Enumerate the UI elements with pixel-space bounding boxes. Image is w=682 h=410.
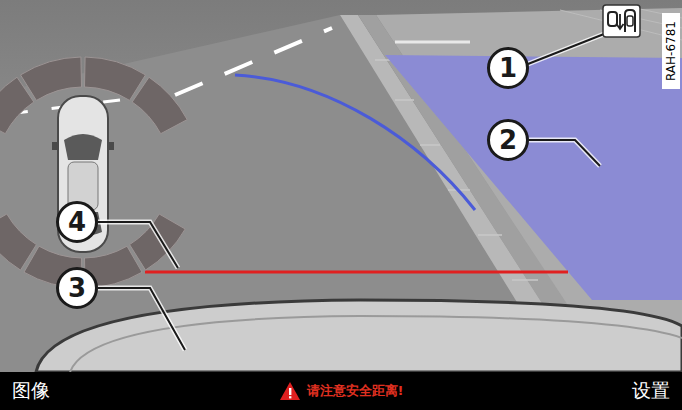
rear-sensor-segment xyxy=(0,214,36,270)
callout-marker: 1 xyxy=(487,47,529,89)
parking-display: 1 2 3 4 RAH-6781 图像 请注意安全距离! 设置 xyxy=(0,0,682,410)
path-line xyxy=(235,75,475,210)
car-icon xyxy=(52,96,114,252)
lane-change-icon[interactable] xyxy=(603,5,640,37)
image-button[interactable]: 图像 xyxy=(12,376,50,406)
warning-message: 请注意安全距离! xyxy=(279,381,404,401)
callout-marker: 2 xyxy=(487,119,529,161)
callout-marker: 3 xyxy=(56,267,98,309)
lane-marking xyxy=(175,28,332,95)
bottom-bar: 图像 请注意安全距离! 设置 xyxy=(0,372,682,410)
bumper xyxy=(36,300,682,372)
parking-space xyxy=(385,55,682,300)
callout-marker: 4 xyxy=(56,201,98,243)
front-sensor-segment xyxy=(85,57,146,100)
camera-scene xyxy=(0,0,682,372)
image-code: RAH-6781 xyxy=(662,13,680,89)
front-sensor-segment xyxy=(21,57,82,100)
front-sensor-segment xyxy=(132,77,187,134)
warning-icon xyxy=(279,381,301,401)
leader-lines xyxy=(98,34,604,350)
sensor-display xyxy=(0,57,187,288)
camera-view: 1 2 3 4 RAH-6781 xyxy=(0,0,682,372)
settings-button[interactable]: 设置 xyxy=(632,376,670,406)
distance-line xyxy=(145,271,568,274)
